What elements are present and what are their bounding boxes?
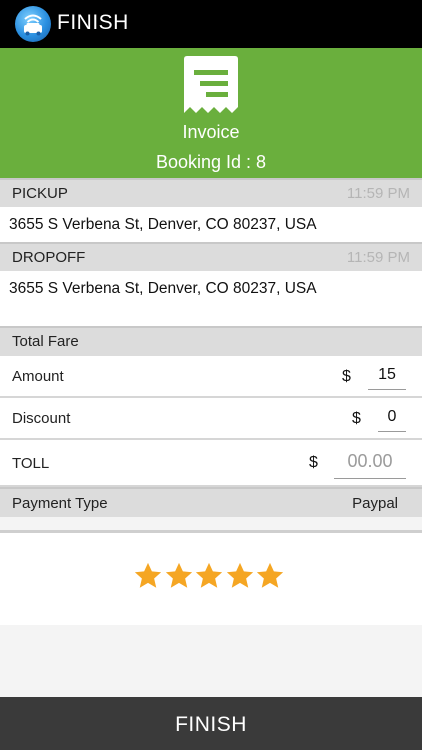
- discount-field[interactable]: 0: [378, 408, 406, 432]
- app-bar: FINISH: [0, 0, 422, 48]
- toll-input[interactable]: 00.00: [334, 451, 406, 479]
- rating-stars[interactable]: [133, 561, 286, 591]
- pickup-header: PICKUP 11:59 PM: [0, 178, 422, 207]
- finish-button[interactable]: FINISH: [0, 697, 422, 750]
- dropoff-header: DROPOFF 11:59 PM: [0, 242, 422, 271]
- toll-currency: $: [309, 454, 318, 471]
- pickup-address-row: 3655 S Verbena St, Denver, CO 80237, USA: [0, 207, 422, 242]
- toll-row: TOLL $ 00.00: [0, 440, 422, 487]
- rating-section: [0, 530, 422, 625]
- star-icon[interactable]: [255, 561, 285, 591]
- payment-type-label: Payment Type: [12, 495, 108, 512]
- star-icon[interactable]: [133, 561, 163, 591]
- finish-button-label: FINISH: [175, 713, 247, 736]
- amount-currency: $: [342, 368, 351, 385]
- invoice-header: Invoice Booking Id : 8: [0, 48, 422, 178]
- app-title: FINISH: [57, 11, 129, 34]
- dropoff-address: 3655 S Verbena St, Denver, CO 80237, USA: [9, 280, 317, 297]
- pickup-label: PICKUP: [12, 185, 68, 202]
- dropoff-time: 11:59 PM: [346, 249, 410, 266]
- total-fare-header: Total Fare: [0, 326, 422, 356]
- payment-type-row: Payment Type Paypal: [0, 487, 422, 517]
- pickup-time: 11:59 PM: [346, 185, 410, 202]
- booking-id: Booking Id : 8: [155, 152, 267, 172]
- discount-label: Discount: [12, 410, 71, 427]
- toll-label: TOLL: [12, 455, 50, 472]
- invoice-title: Invoice: [182, 122, 240, 142]
- receipt-icon: [184, 56, 238, 113]
- dropoff-address-row: 3655 S Verbena St, Denver, CO 80237, USA: [0, 271, 422, 326]
- pickup-address: 3655 S Verbena St, Denver, CO 80237, USA: [9, 216, 317, 233]
- discount-row: Discount $ 0: [0, 398, 422, 440]
- amount-label: Amount: [12, 368, 64, 385]
- star-icon[interactable]: [164, 561, 194, 591]
- amount-field[interactable]: 15: [368, 366, 406, 390]
- dropoff-label: DROPOFF: [12, 249, 86, 266]
- total-fare-label: Total Fare: [12, 333, 79, 350]
- payment-type-value: Paypal: [352, 495, 398, 512]
- discount-currency: $: [352, 410, 361, 427]
- star-icon[interactable]: [225, 561, 255, 591]
- star-icon[interactable]: [194, 561, 224, 591]
- car-app-logo-icon[interactable]: [15, 6, 51, 42]
- amount-row: Amount $ 15: [0, 356, 422, 398]
